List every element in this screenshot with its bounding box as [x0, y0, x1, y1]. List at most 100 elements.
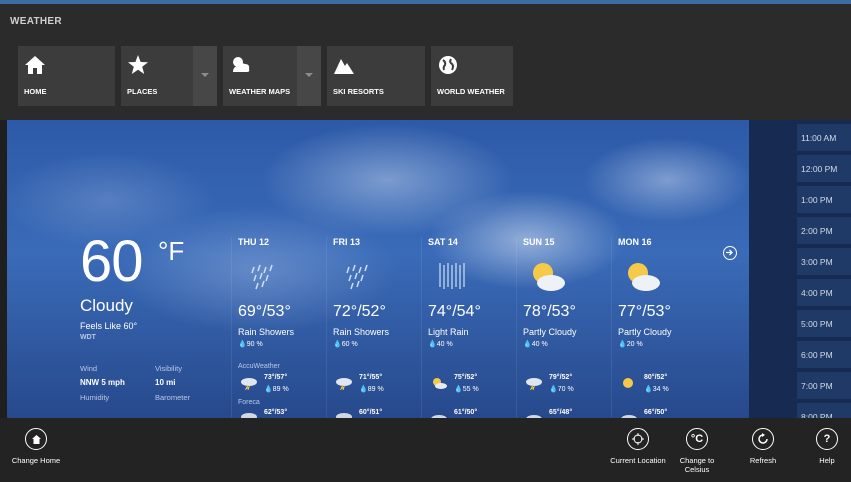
weather-maps-dropdown-button[interactable]	[297, 46, 321, 106]
current-location-label: Current Location	[610, 456, 666, 465]
refresh-button[interactable]: Refresh	[733, 428, 793, 465]
nav-label-home: HOME	[24, 87, 47, 96]
nav-tile-ski-resorts[interactable]: SKI RESORTS	[327, 46, 425, 106]
top-app-bar: WEATHER HOME PLACES WEATHER MAPS SKI RES…	[0, 0, 851, 120]
provider-precip-value: 70 %	[557, 386, 574, 393]
provider-forecast: 75°/52° 💧55 %	[428, 374, 518, 396]
provider-temp: 73°/57°	[264, 374, 288, 381]
provider-forecast: 71°/55° 💧89 %	[333, 374, 423, 396]
visibility-stat: Visibility 10 mi	[155, 364, 230, 387]
wind-value: NNW 5 mph	[80, 378, 125, 387]
hourly-item[interactable]: 3:00 PM	[797, 248, 851, 275]
forecast-condition: Partly Cloudy	[523, 327, 577, 337]
forecast-precip: 💧40 %	[428, 341, 453, 348]
bottom-app-bar: Change Home Current Location °C Change t…	[0, 418, 851, 482]
provider-forecast: 61°/50°	[428, 409, 518, 418]
provider-temp: 66°/50°	[644, 409, 668, 416]
visibility-value: 10 mi	[155, 378, 176, 387]
nav-tile-world-weather[interactable]: WORLD WEATHER	[431, 46, 513, 106]
forecast-day[interactable]: THU 12 69°/53° Rain Showers 💧90 % AccuWe…	[231, 237, 326, 418]
next-days-button[interactable]	[723, 246, 737, 260]
precip-value: 40 %	[531, 341, 548, 348]
forecast-precip: 💧60 %	[333, 341, 358, 348]
refresh-label: Refresh	[749, 456, 777, 465]
current-location-button[interactable]: Current Location	[608, 428, 668, 465]
sun-icon	[623, 378, 633, 388]
nav-tile-places[interactable]: PLACES	[121, 46, 217, 106]
nav-label-weather-maps: WEATHER MAPS	[229, 87, 291, 96]
change-home-label: Change Home	[11, 456, 61, 465]
current-condition: Cloudy	[80, 296, 133, 315]
storm-icon	[526, 378, 542, 390]
humidity-label: Humidity	[80, 393, 110, 402]
help-icon: ?	[816, 428, 838, 450]
rain-showers-icon	[346, 264, 368, 290]
hourly-item[interactable]: 7:00 PM	[797, 372, 851, 399]
chevron-down-icon	[305, 73, 313, 77]
forecast-precip: 💧20 %	[618, 341, 643, 348]
help-button[interactable]: ? Help	[797, 428, 851, 465]
wind-stat: Wind NNW 5 mph	[80, 364, 155, 387]
hourly-item[interactable]: 5:00 PM	[797, 310, 851, 337]
wind-label: Wind	[80, 364, 98, 373]
globe-icon	[439, 56, 457, 74]
hourly-item[interactable]: 11:00 AM	[797, 124, 851, 151]
forecast-temp: 78°/53°	[523, 303, 576, 320]
places-dropdown-button[interactable]	[193, 46, 217, 106]
forecast-day[interactable]: SAT 14 74°/54° Light Rain 💧40 % 75°/52° …	[421, 237, 516, 418]
feels-like: Feels Like 60°	[80, 321, 138, 331]
rain-icon	[241, 413, 257, 418]
provider-temp: 60°/51°	[359, 409, 383, 416]
weather-hero-panel: 60 °F Cloudy Feels Like 60° WDT Wind NNW…	[7, 120, 749, 418]
humidity-stat: Humidity	[80, 393, 155, 402]
hourly-list: 11:00 AM 12:00 PM 1:00 PM 2:00 PM 3:00 P…	[797, 124, 851, 434]
visibility-label: Visibility	[155, 364, 182, 373]
forecast-condition: Rain Showers	[333, 327, 390, 337]
forecast-precip: 💧40 %	[523, 341, 548, 348]
nav-tile-weather-maps[interactable]: WEATHER MAPS	[223, 46, 321, 106]
provider-accuweather: AccuWeather	[238, 363, 280, 370]
partly-cloudy-icon	[628, 263, 660, 291]
forecast-day[interactable]: FRI 13 72°/52° Rain Showers 💧60 % 71°/55…	[326, 237, 421, 418]
station-code: WDT	[80, 334, 96, 341]
star-icon	[128, 55, 148, 74]
change-to-celsius-button[interactable]: °C Change to Celsius	[667, 428, 727, 474]
provider-temp: 61°/50°	[454, 409, 478, 416]
forecast-day[interactable]: MON 16 77°/53° Partly Cloudy 💧20 % 80°/5…	[611, 237, 706, 418]
barometer-stat: Barometer	[155, 393, 230, 402]
precip-value: 40 %	[436, 341, 453, 348]
provider-precip: 💧89 %	[359, 386, 384, 393]
provider-foreca: Foreca	[238, 399, 260, 406]
precip-value: 60 %	[341, 341, 358, 348]
change-home-button[interactable]: Change Home	[6, 428, 66, 465]
provider-forecast: 66°/50°	[618, 409, 708, 418]
crosshair-icon	[627, 428, 649, 450]
precip-value: 20 %	[626, 341, 643, 348]
hourly-item[interactable]: 2:00 PM	[797, 217, 851, 244]
provider-temp: 71°/55°	[359, 374, 383, 381]
mountain-icon	[334, 59, 354, 74]
nav-label-places: PLACES	[127, 87, 158, 96]
provider-precip-value: 89 %	[272, 386, 289, 393]
provider-precip: 💧55 %	[454, 386, 479, 393]
provider-precip: 💧34 %	[644, 386, 669, 393]
hourly-column: 11:00 AM 12:00 PM 1:00 PM 2:00 PM 3:00 P…	[749, 120, 851, 430]
nav-tile-home[interactable]: HOME	[18, 46, 115, 106]
arrow-right-icon	[726, 249, 733, 256]
provider-precip: 💧89 %	[264, 386, 289, 393]
hourly-item[interactable]: 6:00 PM	[797, 341, 851, 368]
current-conditions: 60 °F Cloudy Feels Like 60° WDT	[80, 232, 184, 342]
forecast-day[interactable]: SUN 15 78°/53° Partly Cloudy 💧40 % 79°/5…	[516, 237, 611, 418]
hourly-item[interactable]: 4:00 PM	[797, 279, 851, 306]
provider-forecast: 79°/52° 💧70 %	[523, 374, 613, 396]
provider-temp: 62°/53°	[264, 409, 288, 416]
home-icon	[25, 428, 47, 450]
storm-icon	[336, 378, 352, 390]
provider-precip-value: 55 %	[462, 386, 479, 393]
forecast-day-name: SAT 14	[428, 237, 458, 247]
forecast-day-name: MON 16	[618, 237, 652, 247]
hourly-item[interactable]: 12:00 PM	[797, 155, 851, 182]
hourly-item[interactable]: 1:00 PM	[797, 186, 851, 213]
temperature-unit: °F	[158, 236, 185, 266]
change-to-celsius-label: Change to Celsius	[679, 456, 715, 474]
